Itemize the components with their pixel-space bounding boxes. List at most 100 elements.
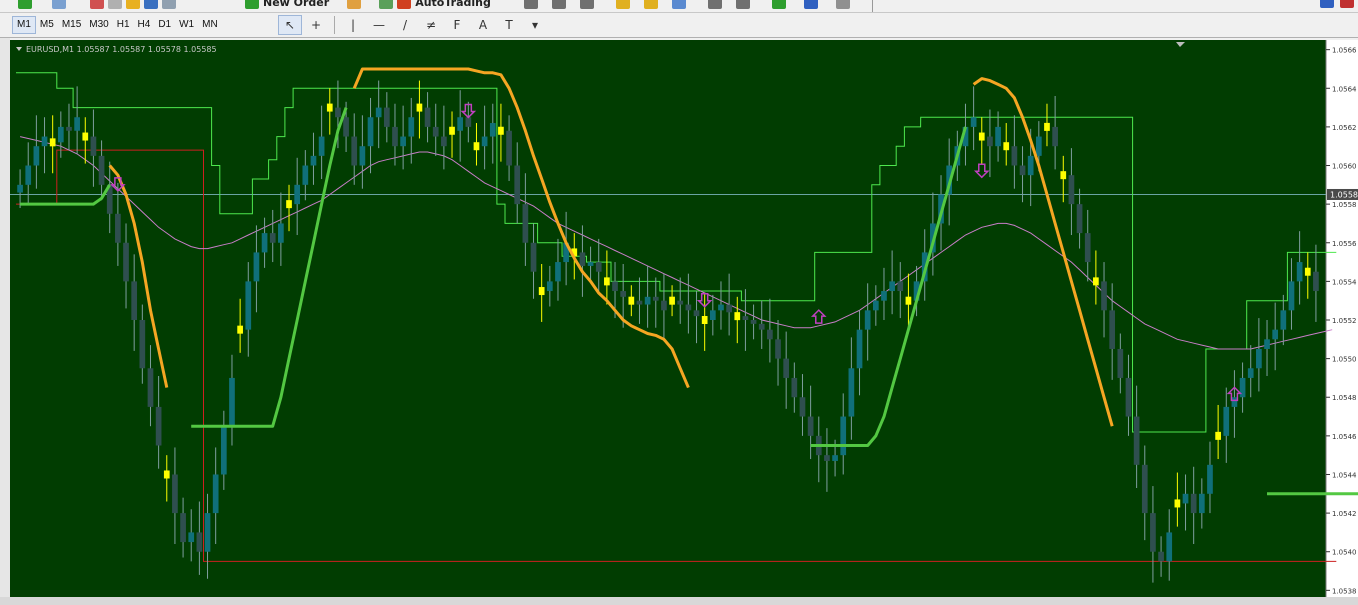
candle-body <box>1093 277 1099 286</box>
arrows-icon[interactable] <box>1320 0 1334 8</box>
market-icon[interactable] <box>379 0 394 9</box>
timeframes-bar: M1 M5 M15 M30 H1 H4 D1 W1 MN <box>12 15 222 35</box>
candle-body <box>489 123 496 137</box>
candle-body <box>767 329 773 340</box>
y-tick-label: 1.0548 <box>1332 394 1357 402</box>
timeframe-m30[interactable]: M30 <box>85 16 112 34</box>
candle-body <box>1198 493 1205 514</box>
candle-body <box>1003 142 1010 151</box>
candle-body <box>1182 493 1189 504</box>
horizontal-line-icon[interactable]: — <box>367 15 391 35</box>
candle-body <box>212 474 219 514</box>
candle-body <box>1076 204 1083 234</box>
candle-body <box>237 325 243 334</box>
tester-icon[interactable] <box>162 0 176 9</box>
tile-windows-icon[interactable] <box>672 0 686 9</box>
candle-body <box>351 136 358 166</box>
y-tick-label: 1.0558 <box>1332 201 1357 209</box>
y-tick-label: 1.0540 <box>1332 549 1357 557</box>
templates-icon[interactable] <box>836 0 850 9</box>
periods-icon[interactable] <box>804 0 818 9</box>
text-label-icon[interactable]: T <box>497 15 521 35</box>
timeframe-h1[interactable]: H1 <box>113 16 134 34</box>
candle-body <box>98 155 105 185</box>
candlesticks-icon[interactable] <box>552 0 566 9</box>
equidistant-channel-icon[interactable]: ≠ <box>419 15 443 35</box>
timeframe-m15[interactable]: M15 <box>58 16 85 34</box>
trendline-icon[interactable]: / <box>393 15 417 35</box>
candle-body <box>864 310 871 330</box>
candle-body <box>677 300 684 305</box>
candle-body <box>1288 281 1295 311</box>
timeframe-w1[interactable]: W1 <box>175 16 198 34</box>
new-order-icon[interactable] <box>245 0 259 9</box>
candle-body <box>595 262 602 272</box>
y-tick-label: 1.0564 <box>1332 85 1357 93</box>
timeframe-mn[interactable]: MN <box>198 16 222 34</box>
y-tick-label: 1.0546 <box>1332 433 1357 441</box>
market-watch-icon[interactable] <box>90 0 104 9</box>
chart-shift-icon[interactable] <box>736 0 750 9</box>
data-window-icon[interactable] <box>108 0 122 9</box>
candle-body <box>824 455 830 461</box>
new-chart-icon[interactable] <box>18 0 32 9</box>
candle-body <box>1166 532 1173 562</box>
vertical-line-icon[interactable]: | <box>341 15 365 35</box>
y-tick-label: 1.0566 <box>1332 47 1357 55</box>
candle-body <box>375 107 382 118</box>
fibonacci-icon[interactable]: F <box>445 15 469 35</box>
crosshair-icon[interactable]: + <box>304 15 328 35</box>
text-icon[interactable]: A <box>471 15 495 35</box>
candle-body <box>90 136 97 156</box>
candle-body <box>872 300 879 311</box>
main-toolbar: New Order AutoTrading <box>0 0 1358 13</box>
autotrading-button[interactable]: AutoTrading <box>415 0 491 9</box>
candle-body <box>416 103 423 112</box>
candle-body <box>33 146 40 166</box>
candle-body <box>628 296 635 305</box>
autoscroll-icon[interactable] <box>708 0 722 9</box>
candle-body <box>1052 126 1058 147</box>
candle-body <box>970 117 977 127</box>
candle-body <box>457 117 464 131</box>
candle-body <box>856 329 863 369</box>
cursor-icon[interactable]: ↖ <box>278 15 302 35</box>
timeframe-d1[interactable]: D1 <box>154 16 175 34</box>
y-tick-label: 1.0560 <box>1332 163 1357 171</box>
price-chart[interactable]: 1.0566 1.0564 1.0562 1.0560 1.0558 1.0556 1.05… <box>10 40 1358 600</box>
metaeditor-icon[interactable] <box>347 0 362 9</box>
new-order-button[interactable]: New Order <box>263 0 329 9</box>
candle-body <box>726 304 732 313</box>
candle-body <box>1117 348 1124 378</box>
line-chart-icon[interactable] <box>580 0 594 9</box>
candle-body <box>546 281 553 292</box>
candle-body <box>400 136 406 147</box>
candle-body <box>172 474 178 514</box>
bar-chart-icon[interactable] <box>524 0 538 9</box>
timeframe-m5[interactable]: M5 <box>36 16 58 34</box>
indicators-icon[interactable] <box>772 0 786 9</box>
autotrading-icon[interactable] <box>397 0 412 9</box>
profiles-icon[interactable] <box>52 0 66 9</box>
zoom-out-icon[interactable] <box>644 0 658 9</box>
candle-body <box>66 126 72 131</box>
candle-body <box>229 377 235 427</box>
zoom-in-icon[interactable] <box>616 0 630 9</box>
shapes-icon[interactable]: ▾ <box>523 15 547 35</box>
candle-body <box>74 117 80 131</box>
terminal-icon[interactable] <box>144 0 158 9</box>
candle-body <box>881 291 887 301</box>
y-tick-label: 1.0544 <box>1332 471 1357 479</box>
horizontal-scrollbar[interactable] <box>0 597 1358 605</box>
timeframe-h4[interactable]: H4 <box>134 16 155 34</box>
candle-body <box>1256 348 1262 369</box>
candle-body <box>220 426 227 475</box>
timeframe-m1[interactable]: M1 <box>12 16 36 34</box>
candle-body <box>1247 368 1254 378</box>
secondary-toolbar: M1 M5 M15 M30 H1 H4 D1 W1 MN ↖ + | — / ≠ F A T ▾ <box>0 13 1358 38</box>
close-icon[interactable] <box>1340 0 1354 8</box>
candle-body <box>1109 310 1116 349</box>
navigator-icon[interactable] <box>126 0 140 9</box>
chart-window[interactable]: 1.0566 1.0564 1.0562 1.0560 1.0558 1.0556 1.05… <box>10 40 1358 600</box>
chart-title: EURUSD,M1 1.05587 1.05587 1.05578 1.0558… <box>26 45 217 54</box>
